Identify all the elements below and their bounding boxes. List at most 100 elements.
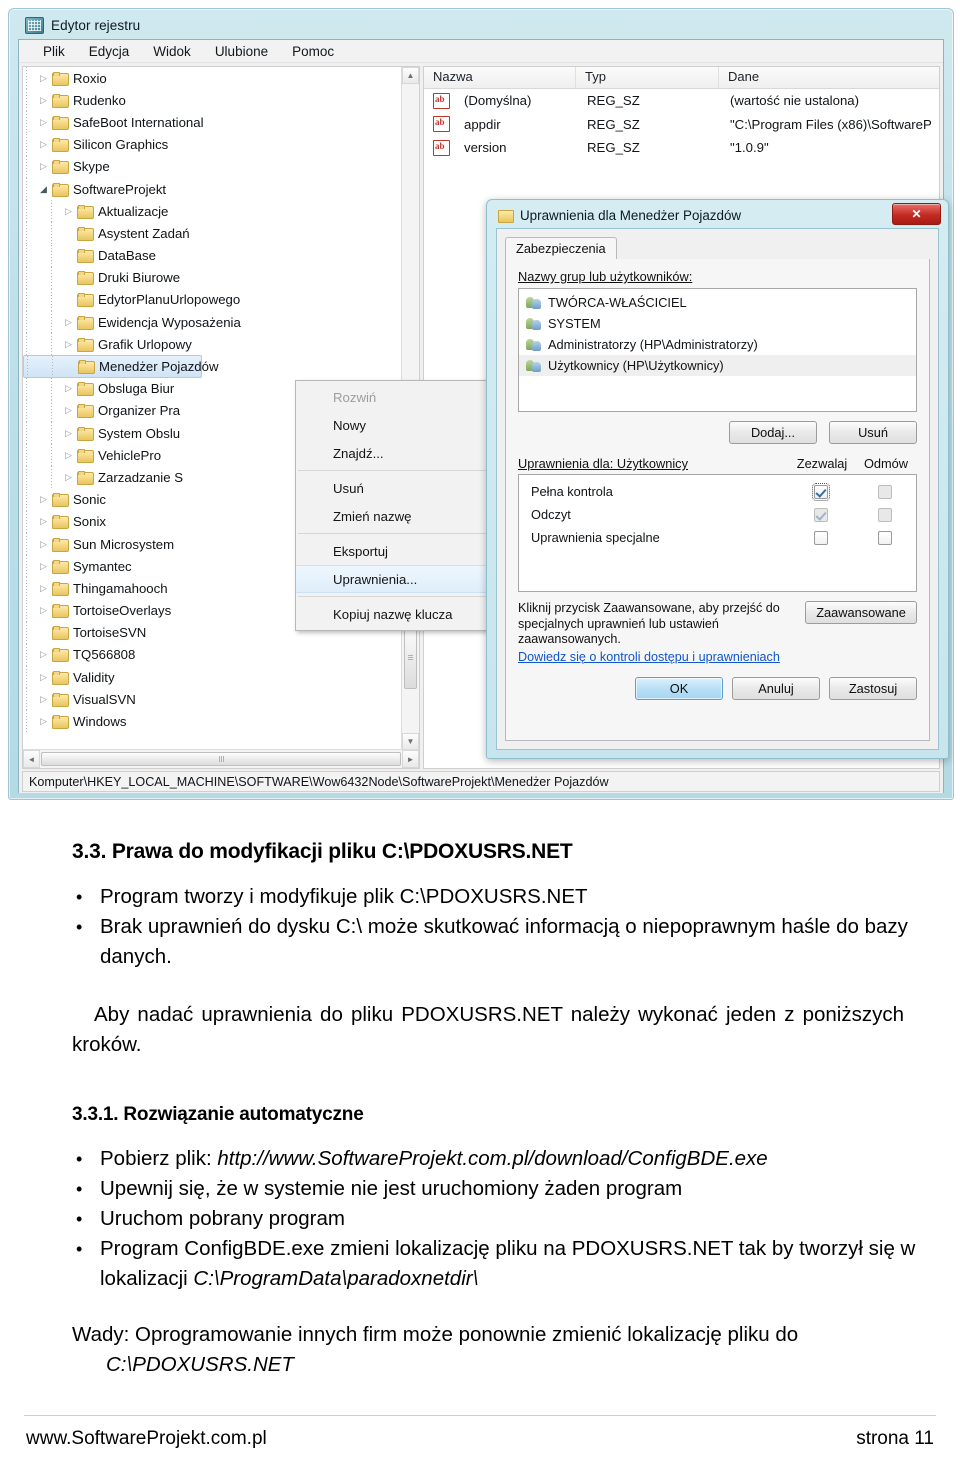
- tree-horizontal-scrollbar[interactable]: ◄ ►: [23, 749, 419, 768]
- menu-ulubione[interactable]: Ulubione: [203, 44, 280, 59]
- context-menu-item[interactable]: Usuń: [296, 474, 488, 502]
- tree-item-label: Rudenko: [73, 92, 126, 108]
- chevron-right-icon[interactable]: ▷: [62, 206, 75, 216]
- chevron-right-icon[interactable]: ▷: [37, 539, 50, 549]
- chevron-right-icon[interactable]: ▷: [37, 561, 50, 571]
- context-menu-item[interactable]: Kopiuj nazwę klucza: [296, 600, 488, 628]
- table-row[interactable]: version REG_SZ "1.0.9": [424, 136, 939, 160]
- chevron-right-icon[interactable]: ▷: [37, 73, 50, 83]
- tree-item[interactable]: ▷ Ewidencja Wyposażenia: [23, 311, 402, 334]
- apply-button[interactable]: Zastosuj: [829, 677, 917, 700]
- chevron-right-icon[interactable]: ▷: [62, 384, 75, 393]
- chevron-right-icon[interactable]: ▷: [62, 450, 75, 460]
- tree-item[interactable]: ▷ Skype: [23, 155, 402, 178]
- column-header-nazwa[interactable]: Nazwa: [424, 67, 576, 88]
- add-button[interactable]: Dodaj...: [729, 421, 817, 444]
- chevron-right-icon[interactable]: ▷: [37, 517, 50, 526]
- chevron-right-icon[interactable]: ▷: [62, 472, 75, 482]
- subsection-heading: 3.3.1. Rozwiązanie automatyczne: [72, 1104, 364, 1125]
- tree-item[interactable]: ◢ SoftwareProjekt: [23, 177, 402, 201]
- cancel-button[interactable]: Anuluj: [732, 677, 820, 700]
- chevron-right-icon[interactable]: ▷: [37, 672, 50, 682]
- column-header-typ[interactable]: Typ: [576, 67, 719, 88]
- hscrollbar-thumb[interactable]: [41, 752, 401, 766]
- scroll-left-icon[interactable]: ◄: [23, 750, 40, 768]
- tree-item[interactable]: ▷ Aktualizacje: [23, 200, 402, 223]
- chevron-right-icon[interactable]: ▷: [37, 583, 50, 593]
- scrollbar-thumb[interactable]: [404, 625, 417, 689]
- close-icon[interactable]: ✕: [892, 203, 941, 225]
- permissions-header: Uprawnienia dla: Użytkownicy Zezwalaj Od…: [518, 456, 917, 471]
- deny-checkbox[interactable]: [878, 507, 892, 522]
- folder-icon: [77, 404, 94, 419]
- scroll-down-icon[interactable]: ▼: [402, 733, 419, 750]
- group-list-item[interactable]: TWÓRCA-WŁAŚCICIEL: [519, 292, 916, 313]
- menu-widok[interactable]: Widok: [141, 44, 203, 59]
- tree-guide-line: [26, 288, 27, 312]
- tree-item[interactable]: ▷ Roxio: [23, 67, 402, 90]
- group-list-item[interactable]: SYSTEM: [519, 313, 916, 334]
- users-group-icon: [526, 296, 542, 310]
- context-menu-item[interactable]: Zmień nazwę: [296, 502, 488, 530]
- tree-item[interactable]: EdytorPlanuUrlopowego: [23, 288, 402, 312]
- context-menu-item[interactable]: Uprawnienia...: [296, 565, 488, 593]
- scroll-right-icon[interactable]: ►: [402, 750, 419, 768]
- context-menu-item[interactable]: Eksportuj: [296, 537, 488, 565]
- context-menu-item[interactable]: Znajdź...: [296, 439, 488, 467]
- permissions-table[interactable]: Pełna kontrola Odczyt Uprawnienia specjaln…: [518, 474, 917, 592]
- menu-edycja[interactable]: Edycja: [77, 44, 142, 59]
- ok-button[interactable]: OK: [635, 677, 723, 700]
- tree-item-label: EdytorPlanuUrlopowego: [98, 292, 241, 308]
- registry-context-menu[interactable]: Rozwiń Nowy Znajdź... Usuń Zmień nazwę Ekspor…: [295, 380, 489, 631]
- access-control-link[interactable]: Dowiedz się o kontroli dostępu i uprawni…: [518, 650, 780, 666]
- allow-checkbox[interactable]: [814, 530, 828, 545]
- column-header-dane[interactable]: Dane: [719, 67, 939, 88]
- tree-item[interactable]: ▷ Grafik Urlopowy: [23, 333, 402, 356]
- chevron-right-icon[interactable]: ▷: [37, 140, 50, 149]
- bullet-list-2: Pobierz plik: http://www.SoftwareProjekt…: [0, 1144, 960, 1294]
- chevron-down-icon[interactable]: ◢: [37, 184, 50, 194]
- chevron-right-icon[interactable]: ▷: [62, 317, 75, 327]
- folder-icon: [52, 670, 69, 685]
- tree-item[interactable]: DataBase: [23, 244, 402, 267]
- tree-item-selected[interactable]: Menedżer Pojazdów: [23, 355, 219, 378]
- chevron-right-icon[interactable]: ▷: [37, 650, 50, 659]
- menu-plik[interactable]: Plik: [31, 44, 77, 59]
- chevron-right-icon[interactable]: ▷: [62, 406, 75, 415]
- tree-item[interactable]: ▷ SafeBoot International: [23, 111, 402, 134]
- folder-icon: [52, 537, 69, 552]
- tree-item[interactable]: Asystent Zadań: [23, 222, 402, 245]
- tree-item[interactable]: ▷ VisualSVN: [23, 688, 402, 711]
- allow-checkbox[interactable]: [812, 482, 830, 501]
- group-list-item-selected[interactable]: Użytkownicy (HP\Użytkownicy): [519, 355, 916, 376]
- remove-button[interactable]: Usuń: [829, 421, 917, 444]
- scroll-up-icon[interactable]: ▲: [402, 67, 419, 84]
- tree-item[interactable]: ▷ TQ566808: [23, 643, 402, 667]
- chevron-right-icon[interactable]: ▷: [37, 606, 50, 615]
- tree-item[interactable]: ▷ Rudenko: [23, 89, 402, 112]
- chevron-right-icon[interactable]: ▷: [37, 495, 50, 504]
- deny-checkbox[interactable]: [878, 484, 892, 499]
- chevron-right-icon[interactable]: ▷: [37, 95, 50, 105]
- tree-item[interactable]: Druki Biurowe: [23, 266, 402, 289]
- chevron-right-icon[interactable]: ▷: [62, 339, 75, 349]
- tab-zabezpieczenia[interactable]: Zabezpieczenia: [505, 237, 617, 260]
- chevron-right-icon[interactable]: ▷: [37, 717, 50, 726]
- chevron-right-icon[interactable]: ▷: [37, 694, 50, 704]
- group-list[interactable]: TWÓRCA-WŁAŚCICIEL SYSTEM Administratorzy (…: [518, 288, 917, 412]
- menu-pomoc[interactable]: Pomoc: [280, 44, 346, 59]
- table-row[interactable]: appdir REG_SZ "C:\Program Files (x86)\Soft…: [424, 113, 939, 137]
- group-list-item[interactable]: Administratorzy (HP\Administratorzy): [519, 334, 916, 355]
- allow-cell: [788, 530, 854, 545]
- allow-checkbox[interactable]: [814, 507, 828, 522]
- context-menu-item[interactable]: Nowy: [296, 411, 488, 439]
- chevron-right-icon[interactable]: ▷: [37, 117, 50, 127]
- table-row[interactable]: (Domyślna) REG_SZ (wartość nie ustalona): [424, 89, 939, 113]
- tree-item[interactable]: ▷ Windows: [23, 710, 402, 733]
- tree-item[interactable]: ▷ Silicon Graphics: [23, 133, 402, 156]
- chevron-right-icon[interactable]: ▷: [62, 428, 75, 438]
- chevron-right-icon[interactable]: ▷: [37, 162, 50, 171]
- deny-checkbox[interactable]: [878, 530, 892, 545]
- tree-item[interactable]: ▷ Validity: [23, 666, 402, 689]
- advanced-button[interactable]: Zaawansowane: [805, 601, 917, 624]
